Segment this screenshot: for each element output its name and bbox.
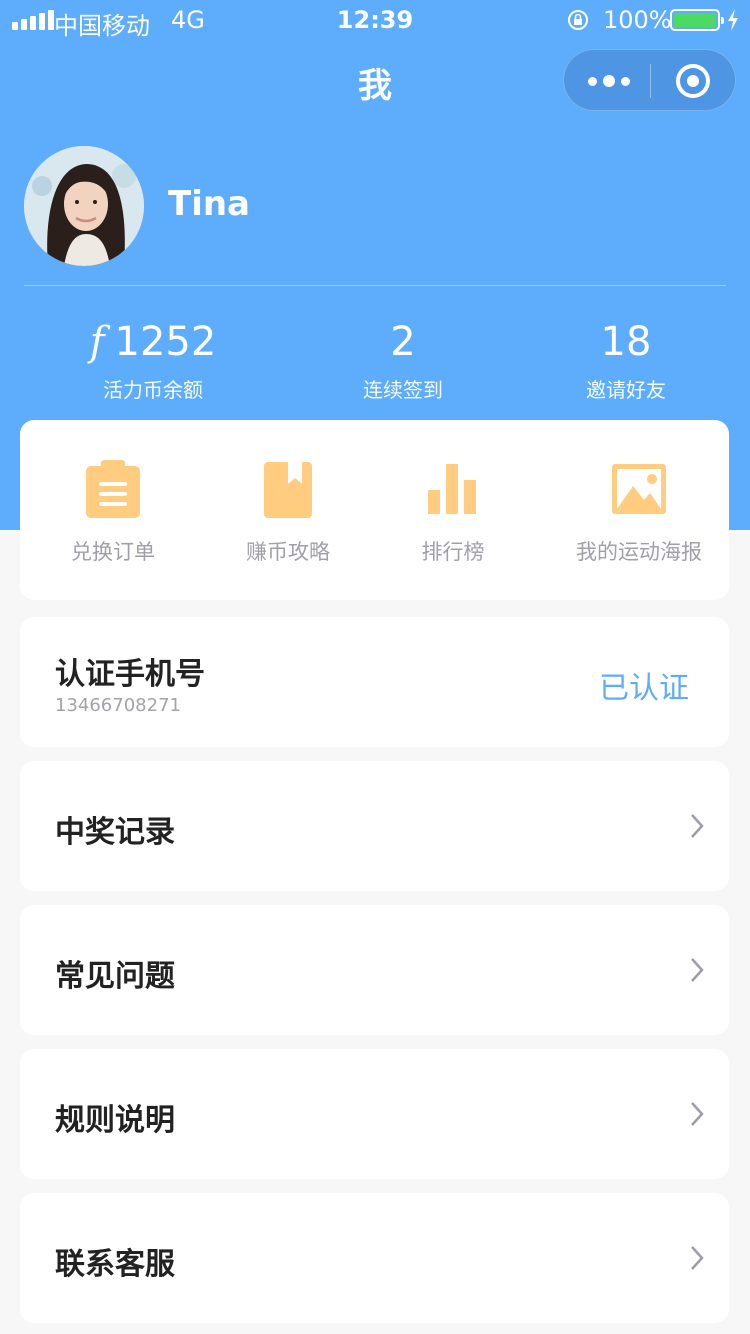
clipboard-icon (86, 460, 140, 518)
quick-actions-card: 兑换订单 赚币攻略 排行榜 我的运动海报 (20, 420, 729, 600)
phone-card-title: 认证手机号 (55, 657, 205, 692)
charging-icon (728, 9, 738, 31)
coin-icon: f (89, 319, 105, 365)
menu-item-faq[interactable]: 常见问题 (20, 905, 729, 1035)
stat-invited-friends[interactable]: 18 邀请好友 (501, 318, 750, 403)
menu-item-rules[interactable]: 规则说明 (20, 1049, 729, 1179)
phone-verification-card[interactable]: 认证手机号 13466708271 已认证 (20, 617, 729, 747)
menu-item-label: 中奖记录 (55, 815, 175, 850)
chevron-right-icon (691, 814, 704, 838)
stat-label: 活力币余额 (103, 378, 203, 402)
menu-item-contact-support[interactable]: 联系客服 (20, 1193, 729, 1323)
quick-action-label: 兑换订单 (71, 540, 155, 564)
quick-action-sports-poster[interactable]: 我的运动海报 (549, 460, 729, 566)
quick-action-earn-guide[interactable]: 赚币攻略 (198, 460, 378, 566)
stat-value: 2 (390, 319, 416, 365)
menu-item-label: 常见问题 (55, 959, 175, 994)
quick-action-label: 排行榜 (421, 540, 485, 564)
rotation-lock-icon (568, 10, 588, 30)
mini-program-capsule (563, 49, 736, 111)
username: Tina (168, 184, 250, 224)
capsule-divider (650, 64, 651, 98)
stat-coin-balance[interactable]: f 1252 活力币余额 (28, 318, 278, 403)
more-icon[interactable] (588, 72, 630, 90)
menu-item-label: 联系客服 (55, 1247, 175, 1282)
quick-action-label: 赚币攻略 (246, 540, 330, 564)
stat-value: 18 (600, 319, 652, 365)
stat-label: 连续签到 (363, 378, 443, 402)
phone-number: 13466708271 (55, 695, 181, 716)
avatar[interactable] (24, 146, 144, 266)
stat-checkin-streak[interactable]: 2 连续签到 (278, 318, 528, 403)
bookmark-icon (264, 462, 312, 518)
battery-icon (670, 9, 724, 31)
battery-percent: 100% (603, 6, 672, 34)
quick-action-leaderboard[interactable]: 排行榜 (363, 460, 543, 566)
close-target-icon[interactable] (676, 64, 710, 98)
stat-value: 1252 (114, 319, 217, 365)
stat-label: 邀请好友 (586, 378, 666, 402)
status-bar: 中国移动 4G 12:39 100% (0, 0, 750, 40)
image-icon (612, 464, 666, 514)
quick-action-exchange-orders[interactable]: 兑换订单 (23, 460, 203, 566)
avatar-image (24, 146, 144, 266)
menu-item-label: 规则说明 (55, 1103, 175, 1138)
chevron-right-icon (691, 1102, 704, 1126)
profile-divider (24, 285, 726, 286)
chevron-right-icon (691, 1246, 704, 1270)
quick-action-label: 我的运动海报 (576, 540, 702, 564)
chevron-right-icon (691, 958, 704, 982)
verified-status: 已认证 (599, 671, 689, 706)
bar-chart-icon (428, 464, 476, 514)
menu-item-prize-records[interactable]: 中奖记录 (20, 761, 729, 891)
